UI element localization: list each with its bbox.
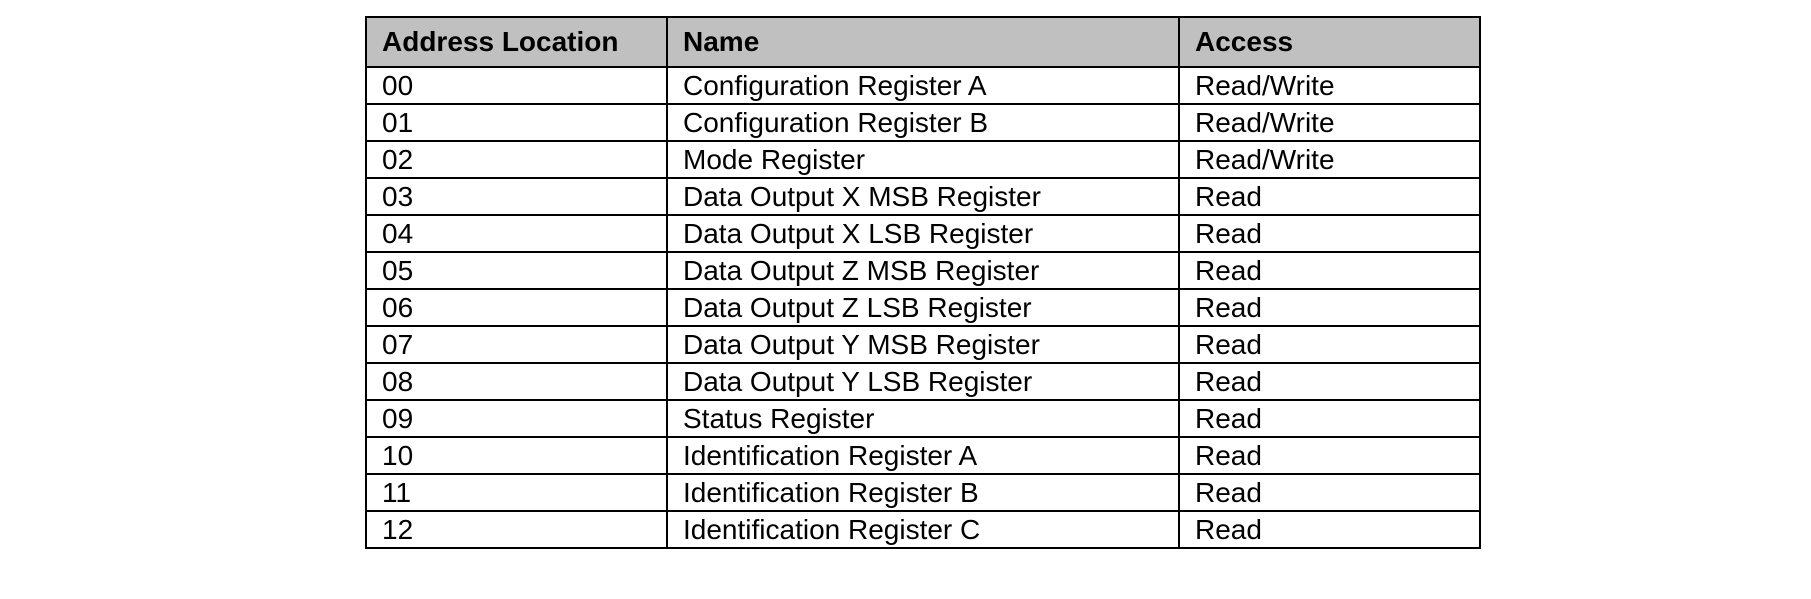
table-body: 00 Configuration Register A Read/Write 0… — [365, 66, 1481, 549]
table-row: 12 Identification Register C Read — [365, 510, 1481, 549]
table-header: Address Location Name Access — [365, 16, 1481, 68]
cell-access: Read — [1178, 288, 1481, 327]
cell-name: Configuration Register B — [666, 103, 1180, 142]
cell-name: Identification Register A — [666, 436, 1180, 475]
table-row: 06 Data Output Z LSB Register Read — [365, 288, 1481, 327]
cell-address: 09 — [365, 399, 668, 438]
cell-name: Data Output Y LSB Register — [666, 362, 1180, 401]
cell-address: 04 — [365, 214, 668, 253]
table-row: 03 Data Output X MSB Register Read — [365, 177, 1481, 216]
table-row: 10 Identification Register A Read — [365, 436, 1481, 475]
cell-address: 00 — [365, 66, 668, 105]
cell-access: Read — [1178, 399, 1481, 438]
cell-address: 05 — [365, 251, 668, 290]
cell-address: 07 — [365, 325, 668, 364]
table-row: 08 Data Output Y LSB Register Read — [365, 362, 1481, 401]
register-map-table: Address Location Name Access 00 Configur… — [365, 16, 1481, 549]
cell-access: Read/Write — [1178, 140, 1481, 179]
cell-name: Configuration Register A — [666, 66, 1180, 105]
cell-access: Read — [1178, 436, 1481, 475]
table-row: 04 Data Output X LSB Register Read — [365, 214, 1481, 253]
register-table-container: Address Location Name Access 00 Configur… — [365, 16, 1481, 549]
cell-address: 12 — [365, 510, 668, 549]
cell-access: Read/Write — [1178, 103, 1481, 142]
cell-name: Data Output X MSB Register — [666, 177, 1180, 216]
cell-access: Read — [1178, 325, 1481, 364]
header-address-location: Address Location — [365, 16, 668, 68]
cell-access: Read/Write — [1178, 66, 1481, 105]
cell-access: Read — [1178, 362, 1481, 401]
cell-address: 01 — [365, 103, 668, 142]
cell-access: Read — [1178, 510, 1481, 549]
table-row: 07 Data Output Y MSB Register Read — [365, 325, 1481, 364]
cell-access: Read — [1178, 473, 1481, 512]
table-row: 02 Mode Register Read/Write — [365, 140, 1481, 179]
cell-name: Data Output Z LSB Register — [666, 288, 1180, 327]
cell-name: Identification Register B — [666, 473, 1180, 512]
table-row: 11 Identification Register B Read — [365, 473, 1481, 512]
table-row: 01 Configuration Register B Read/Write — [365, 103, 1481, 142]
cell-name: Status Register — [666, 399, 1180, 438]
cell-name: Identification Register C — [666, 510, 1180, 549]
cell-access: Read — [1178, 251, 1481, 290]
cell-name: Data Output Y MSB Register — [666, 325, 1180, 364]
cell-address: 11 — [365, 473, 668, 512]
cell-access: Read — [1178, 177, 1481, 216]
cell-access: Read — [1178, 214, 1481, 253]
cell-name: Data Output Z MSB Register — [666, 251, 1180, 290]
cell-address: 03 — [365, 177, 668, 216]
cell-address: 02 — [365, 140, 668, 179]
header-access: Access — [1178, 16, 1481, 68]
table-row: 05 Data Output Z MSB Register Read — [365, 251, 1481, 290]
header-row: Address Location Name Access — [365, 16, 1481, 68]
cell-name: Mode Register — [666, 140, 1180, 179]
header-name: Name — [666, 16, 1180, 68]
table-row: 09 Status Register Read — [365, 399, 1481, 438]
cell-address: 10 — [365, 436, 668, 475]
cell-address: 08 — [365, 362, 668, 401]
cell-name: Data Output X LSB Register — [666, 214, 1180, 253]
table-row: 00 Configuration Register A Read/Write — [365, 66, 1481, 105]
cell-address: 06 — [365, 288, 668, 327]
